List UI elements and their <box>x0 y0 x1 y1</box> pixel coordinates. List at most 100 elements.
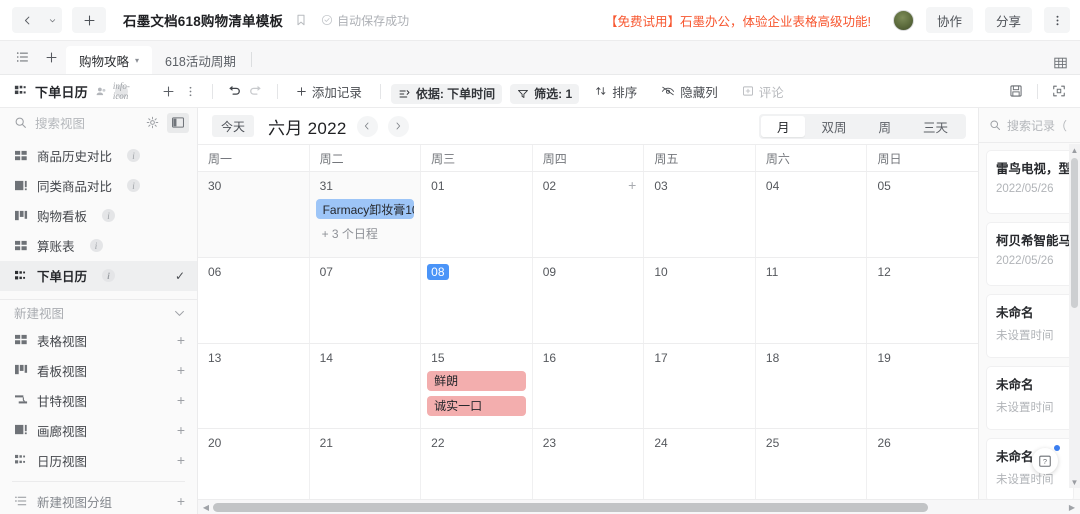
view-more-button[interactable] <box>180 79 202 103</box>
sidebar-item-product-history[interactable]: 商品历史对比 i <box>0 141 197 171</box>
day-cell[interactable]: 10 <box>644 257 756 343</box>
panel-toggle-icon[interactable] <box>167 112 189 133</box>
add-view-icon[interactable]: + <box>177 392 185 408</box>
day-cell[interactable]: 14 <box>309 343 422 429</box>
sidebar-item-similar-products[interactable]: 同类商品对比 i <box>0 171 197 201</box>
table-icon[interactable] <box>1053 56 1068 70</box>
record-card[interactable]: 未命名 未设置时间 <box>987 439 1073 501</box>
add-group-icon[interactable]: + <box>177 493 185 509</box>
range-month[interactable]: 月 <box>760 115 806 137</box>
caret-right-icon[interactable]: ▶ <box>1067 503 1077 512</box>
day-cell[interactable]: 15 鲜朗 诚实一口 <box>421 343 533 429</box>
day-cell[interactable]: 16 <box>532 343 645 429</box>
basis-button[interactable]: 依据: 下单时间 <box>390 83 503 104</box>
promo-banner[interactable]: 【免费试用】石墨办公，体验企业表格高级功能! <box>605 11 871 30</box>
hscrollbar-thumb[interactable] <box>213 502 928 512</box>
back-button[interactable] <box>12 7 42 33</box>
day-cell[interactable]: 05 <box>867 172 979 257</box>
event-chip[interactable]: Farmacy卸妆膏10 <box>315 199 415 219</box>
day-cell[interactable]: 30 <box>198 172 310 257</box>
info-icon[interactable]: i <box>127 179 141 193</box>
record-scrollbar[interactable]: ▲ ▼ <box>1069 144 1080 488</box>
info-icon[interactable]: info-icon <box>113 81 130 101</box>
new-view-grid[interactable]: 表格视图 + <box>0 325 197 355</box>
record-card[interactable]: 未命名 未设置时间 <box>987 295 1073 357</box>
sidebar-item-order-calendar[interactable]: 下单日历 i ✓ <box>0 260 197 291</box>
comment-button[interactable]: 评论 <box>734 79 792 103</box>
add-view-icon[interactable]: + <box>177 452 185 468</box>
tab-618-cycle[interactable]: 618活动周期 <box>152 46 249 74</box>
next-month-button[interactable] <box>387 115 409 137</box>
sort-button[interactable]: 排序 <box>587 79 645 103</box>
info-icon[interactable]: i <box>102 209 116 223</box>
sidebar-item-accounting-sheet[interactable]: 算账表 i <box>0 231 197 261</box>
add-event-icon[interactable]: + <box>628 177 636 193</box>
day-cell[interactable]: 18 <box>755 343 868 429</box>
day-cell[interactable]: 04 <box>755 172 868 257</box>
new-view-gallery[interactable]: 画廊视图 + <box>0 415 197 445</box>
event-chip[interactable]: 鲜朗 <box>427 370 526 391</box>
collaborate-button[interactable]: 协作 <box>925 7 973 33</box>
info-icon[interactable]: i <box>89 239 103 253</box>
sheet-list-icon[interactable] <box>10 44 36 70</box>
day-cell[interactable]: 19 <box>867 343 979 429</box>
day-cell[interactable]: 13 <box>198 343 310 429</box>
chevron-down-icon[interactable] <box>174 309 185 317</box>
horizontal-scrollbar[interactable]: ◀ ▶ <box>198 499 1080 514</box>
day-cell[interactable]: 17 <box>644 343 756 429</box>
range-two-weeks[interactable]: 双周 <box>805 116 862 137</box>
scrollbar-thumb[interactable] <box>1071 158 1078 308</box>
undo-button[interactable] <box>223 79 245 103</box>
chevron-down-icon[interactable]: ▾ <box>135 56 139 65</box>
day-cell-today[interactable]: 08 <box>421 257 533 343</box>
add-view-icon[interactable]: + <box>177 332 185 348</box>
record-card[interactable]: 柯贝希智能马 2022/05/26 <box>987 223 1073 285</box>
new-view-group-header[interactable]: 新建视图 <box>0 300 197 326</box>
sidebar-item-shopping-board[interactable]: 购物看板 i <box>0 201 197 231</box>
new-document-button[interactable] <box>72 7 106 33</box>
add-view-button[interactable] <box>158 79 180 103</box>
bookmark-icon[interactable] <box>295 13 307 27</box>
avatar[interactable] <box>892 9 914 31</box>
add-record-button[interactable]: 添加记录 <box>288 79 370 103</box>
help-button[interactable]: ? <box>1032 448 1058 474</box>
save-button[interactable] <box>1005 79 1027 103</box>
day-cell[interactable]: 01 <box>421 172 533 257</box>
history-dropdown-button[interactable] <box>42 7 62 33</box>
new-view-gantt[interactable]: 甘特视图 + <box>0 385 197 415</box>
day-cell[interactable]: 31 Farmacy卸妆膏10 + 3 个日程 <box>309 172 422 257</box>
event-chip[interactable]: 诚实一口 <box>427 395 526 416</box>
new-view-kanban[interactable]: 看板视图 + <box>0 355 197 385</box>
day-cell[interactable]: 12 <box>867 257 979 343</box>
info-icon[interactable]: i <box>102 269 116 283</box>
gear-icon[interactable] <box>146 116 159 129</box>
share-button[interactable]: 分享 <box>984 7 1032 33</box>
add-view-icon[interactable]: + <box>177 422 185 438</box>
range-three-days[interactable]: 三天 <box>907 116 964 137</box>
day-cell[interactable]: 07 <box>309 257 422 343</box>
range-week[interactable]: 周 <box>862 116 907 137</box>
add-view-icon[interactable]: + <box>177 362 185 378</box>
day-cell[interactable]: 11 <box>755 257 868 343</box>
hide-columns-button[interactable]: 隐藏列 <box>653 79 726 103</box>
day-cell[interactable]: 09 <box>532 257 645 343</box>
new-view-calendar[interactable]: 日历视图 + <box>0 445 197 475</box>
more-events-label[interactable]: + 3 个日程 <box>316 225 415 242</box>
caret-down-icon[interactable]: ▼ <box>1071 476 1079 488</box>
record-card[interactable]: 未命名 未设置时间 <box>987 367 1073 429</box>
new-view-group-button[interactable]: 新建视图分组 + <box>0 488 197 514</box>
fullscreen-button[interactable] <box>1048 79 1070 103</box>
add-sheet-button[interactable] <box>36 44 66 70</box>
day-cell[interactable]: 02 + <box>532 172 645 257</box>
caret-up-icon[interactable]: ▲ <box>1071 144 1079 156</box>
record-search-row[interactable]: 搜索记录（ <box>979 108 1080 143</box>
filter-button[interactable]: 筛选: 1 <box>510 83 580 104</box>
day-cell[interactable]: 06 <box>198 257 310 343</box>
search-input[interactable]: 搜索视图 <box>35 113 138 132</box>
redo-button[interactable] <box>245 79 267 103</box>
prev-month-button[interactable] <box>356 115 378 137</box>
caret-left-icon[interactable]: ◀ <box>201 503 211 512</box>
more-options-button[interactable] <box>1044 7 1070 33</box>
day-cell[interactable]: 03 <box>644 172 756 257</box>
record-search-input[interactable]: 搜索记录（ <box>1007 117 1067 134</box>
